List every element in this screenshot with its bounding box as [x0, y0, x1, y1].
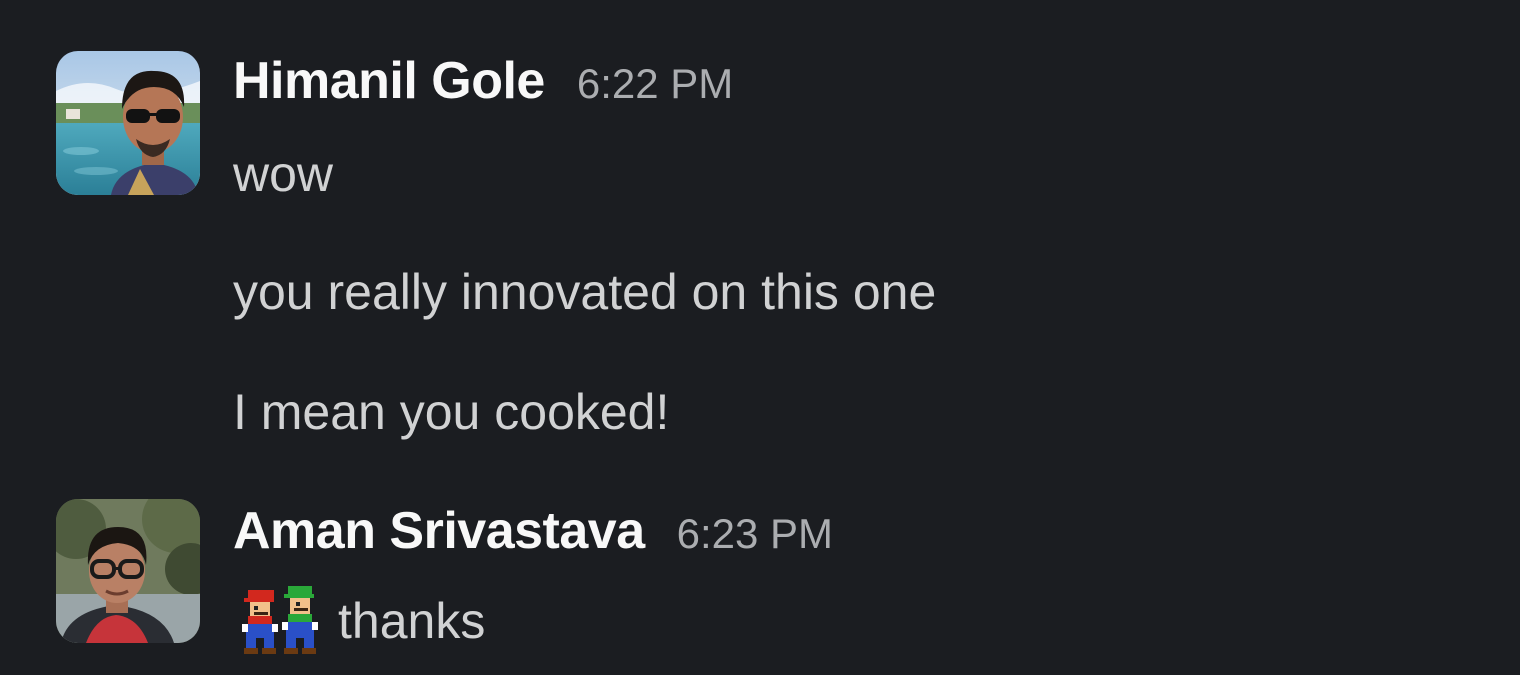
message-text: wow — [233, 146, 334, 202]
profile-photo-icon — [56, 499, 200, 643]
profile-photo-icon — [56, 51, 200, 195]
avatar-himanil-gole[interactable] — [56, 51, 200, 195]
message-text: I mean you cooked! — [233, 384, 670, 440]
author-name[interactable]: Aman Srivastava — [233, 501, 645, 561]
message-text: thanks — [338, 593, 486, 649]
message-timestamp[interactable]: 6:23 PM — [677, 510, 833, 558]
message-header: Himanil Gole 6:22 PM — [233, 51, 733, 111]
mario-luigi-emoji-icon[interactable] — [240, 586, 320, 656]
author-name[interactable]: Himanil Gole — [233, 51, 545, 111]
message-body: thanks — [240, 586, 485, 656]
message-text: you really innovated on this one — [233, 264, 937, 320]
avatar-aman-srivastava[interactable] — [56, 499, 200, 643]
message-header: Aman Srivastava 6:23 PM — [233, 501, 833, 561]
message-timestamp[interactable]: 6:22 PM — [577, 60, 733, 108]
